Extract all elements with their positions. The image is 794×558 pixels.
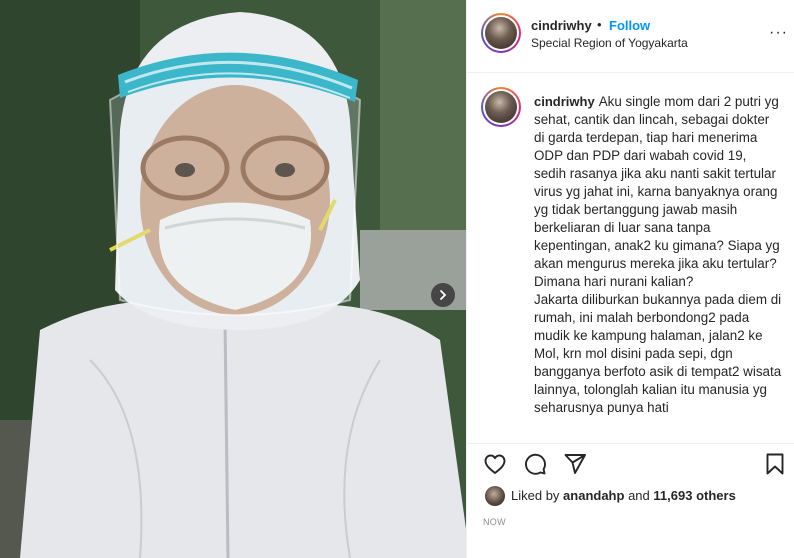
post-timestamp: NOW xyxy=(483,517,506,527)
author-username[interactable]: cindriwhy xyxy=(531,18,592,33)
actions-section: Liked by anandahp and 11,693 others NOW xyxy=(467,443,794,558)
separator-dot: • xyxy=(597,17,602,32)
likes-connector: and xyxy=(628,488,650,503)
bookmark-icon[interactable] xyxy=(763,452,787,476)
liker-avatar[interactable] xyxy=(485,486,505,506)
post-side-panel: cindriwhy • Follow Special Region of Yog… xyxy=(466,0,794,558)
caption-author-avatar[interactable] xyxy=(481,87,521,127)
chevron-right-icon xyxy=(440,290,447,300)
caption: cindriwhy Aku single mom dari 2 putri yg … xyxy=(534,93,782,417)
avatar-image xyxy=(485,91,517,123)
post-photo[interactable] xyxy=(0,0,466,558)
likes-summary: Liked by anandahp and 11,693 others xyxy=(511,488,736,503)
caption-username[interactable]: cindriwhy xyxy=(534,94,595,109)
avatar-image xyxy=(485,17,517,49)
liker-username[interactable]: anandahp xyxy=(563,488,624,503)
caption-text: Aku single mom dari 2 putri yg sehat, ca… xyxy=(534,94,782,415)
author-avatar[interactable] xyxy=(481,13,521,53)
carousel-next-button[interactable] xyxy=(431,283,455,307)
paper-plane-icon[interactable] xyxy=(563,452,587,476)
more-options-button[interactable]: ··· xyxy=(769,24,788,42)
comment-icon[interactable] xyxy=(523,452,547,476)
follow-button[interactable]: Follow xyxy=(609,18,650,33)
comments-section[interactable]: cindriwhy Aku single mom dari 2 putri yg … xyxy=(467,73,794,443)
likes-prefix: Liked by xyxy=(511,488,560,503)
photo-illustration xyxy=(0,0,466,558)
post-header: cindriwhy • Follow Special Region of Yog… xyxy=(467,0,794,73)
location-link[interactable]: Special Region of Yogyakarta xyxy=(531,36,688,50)
likes-count[interactable]: 11,693 others xyxy=(653,488,735,503)
heart-icon[interactable] xyxy=(483,452,507,476)
